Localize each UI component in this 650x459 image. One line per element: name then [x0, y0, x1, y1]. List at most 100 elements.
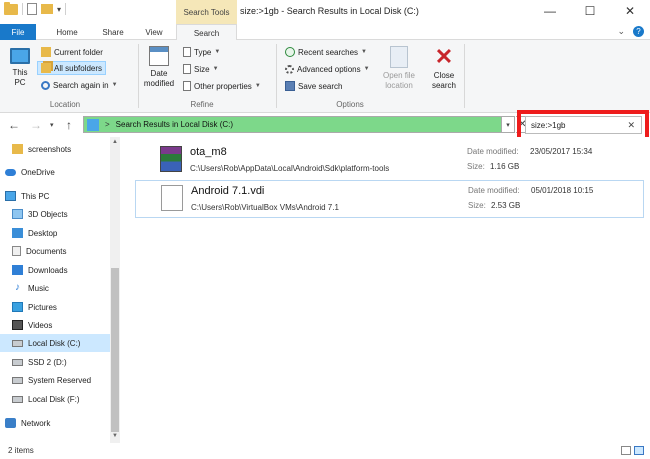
blank-file-icon [161, 185, 183, 211]
other-properties-button[interactable]: Other properties ▼ [180, 79, 264, 93]
forward-arrow-icon[interactable]: → [30, 118, 42, 132]
navigation-pane: screenshots OneDrive This PC 3D Objects … [0, 137, 122, 443]
sidebar-item-videos[interactable]: Videos [12, 316, 122, 334]
search-tools-context-label: Search Tools [176, 0, 237, 24]
tab-view[interactable]: View [138, 24, 170, 40]
close-search-label: Close search [431, 71, 456, 90]
sidebar-item-pictures[interactable]: Pictures [12, 298, 122, 316]
close-icon: ✕ [434, 44, 454, 69]
sidebar-item-system-reserved[interactable]: System Reserved [12, 371, 110, 389]
sidebar-item-3d-objects[interactable]: 3D Objects [12, 205, 122, 223]
search-again-in-label: Search again in [53, 80, 109, 90]
chevron-down-icon: ▼ [254, 83, 261, 89]
chevron-down-icon: ▼ [361, 49, 367, 55]
sidebar-item-desktop[interactable]: Desktop [12, 224, 122, 242]
date-modified-label: Date modified: [468, 186, 520, 195]
date-modified-label: Date modified [143, 69, 175, 88]
date-modified-button[interactable]: Date modified [142, 46, 176, 89]
large-icons-view-icon[interactable] [634, 446, 644, 455]
close-search-button[interactable]: ✕ Close search [428, 46, 460, 91]
properties-icon [183, 81, 191, 91]
toolbar-divider [65, 3, 67, 15]
properties-icon[interactable] [27, 3, 37, 15]
list-item[interactable]: Android 7.1.vdi C:\Users\Rob\VirtualBox … [135, 180, 644, 218]
sidebar-item-label: Local Disk (F:) [28, 394, 80, 404]
sidebar-item-music[interactable]: ♪ Music [12, 279, 122, 297]
scroll-up-icon[interactable]: ▲ [110, 139, 120, 145]
search-again-in-button[interactable]: Search again in ▼ [38, 78, 121, 92]
music-icon: ♪ [15, 282, 20, 293]
minimize-button[interactable]: — [530, 0, 570, 22]
network-icon [5, 418, 16, 428]
drive-icon [12, 358, 23, 366]
sidebar-item-downloads[interactable]: Downloads [12, 261, 122, 279]
tab-file[interactable]: File [0, 24, 36, 40]
sidebar-item-ssd-2-d[interactable]: SSD 2 (D:) [12, 353, 122, 371]
pc-icon [10, 48, 30, 64]
type-button[interactable]: Type ▼ [180, 45, 223, 59]
sidebar-item-onedrive[interactable]: OneDrive [5, 163, 115, 181]
sidebar-item-local-disk-c[interactable]: Local Disk (C:) [0, 334, 110, 352]
back-arrow-icon[interactable]: ← [8, 118, 20, 132]
address-bar[interactable]: > Search Results in Local Disk (C:) [83, 116, 502, 133]
view-switcher [621, 446, 644, 455]
current-folder-button[interactable]: Current folder [38, 45, 106, 59]
open-file-location-button[interactable]: Open file location [378, 46, 420, 91]
all-subfolders-button[interactable]: All subfolders [37, 61, 107, 75]
open-file-location-icon [390, 46, 408, 68]
sidebar-item-network[interactable]: Network [5, 414, 115, 432]
3d-objects-icon [12, 209, 23, 219]
window-title: size:>1gb - Search Results in Local Disk… [240, 6, 419, 16]
maximize-button[interactable]: ☐ [570, 0, 610, 22]
date-modified-label: Date modified: [467, 147, 519, 156]
open-file-location-label: Open file location [382, 71, 416, 90]
file-path: C:\Users\Rob\VirtualBox VMs\Android 7.1 [191, 203, 339, 212]
sidebar-item-documents[interactable]: Documents [12, 242, 122, 260]
sidebar-item-label: SSD 2 (D:) [28, 357, 67, 367]
group-divider [276, 44, 277, 108]
tab-share[interactable]: Share [93, 24, 133, 40]
sidebar-item-label: System Reserved [28, 375, 92, 385]
details-view-icon[interactable] [621, 446, 631, 455]
collapse-ribbon-icon[interactable]: ⌄ [617, 26, 625, 37]
help-icon[interactable]: ? [633, 26, 644, 37]
group-divider [464, 44, 465, 108]
customize-toolbar-icon[interactable]: ▾ [57, 5, 61, 14]
sidebar-item-screenshots[interactable]: screenshots [12, 140, 122, 158]
breadcrumb-separator: > [105, 120, 110, 129]
sidebar-scroll-thumb[interactable] [111, 268, 119, 432]
list-item[interactable]: ota_m8 C:\Users\Rob\AppData\Local\Androi… [135, 142, 644, 180]
sidebar-item-this-pc[interactable]: This PC [5, 187, 115, 205]
size-value: 1.16 GB [490, 162, 520, 171]
search-results-icon [87, 118, 99, 131]
advanced-options-button[interactable]: Advanced options ▼ [282, 62, 373, 76]
ribbon: This PC Current folder All subfolders Se… [0, 40, 650, 113]
recent-searches-button[interactable]: Recent searches ▼ [282, 45, 370, 59]
winrar-archive-icon [160, 146, 182, 172]
chevron-down-icon: ▼ [111, 82, 118, 88]
save-icon [285, 81, 295, 91]
ribbon-controls: ⌄ ? [617, 26, 644, 37]
documents-icon [12, 246, 21, 256]
close-button[interactable]: ✕ [610, 0, 650, 22]
recent-locations-icon[interactable]: ▾ [50, 121, 54, 129]
type-label: Type [194, 47, 212, 57]
size-button[interactable]: Size ▼ [180, 62, 222, 76]
subfolders-icon [41, 63, 51, 73]
gear-icon [285, 64, 294, 74]
cloud-icon [5, 168, 16, 176]
save-search-button[interactable]: Save search [282, 79, 345, 93]
up-arrow-icon[interactable]: ↑ [66, 118, 72, 132]
sidebar-item-label: Pictures [28, 302, 57, 312]
this-pc-button[interactable]: This PC [6, 44, 34, 88]
sidebar-item-label: Documents [26, 246, 67, 256]
drive-icon [12, 395, 23, 403]
tab-home[interactable]: Home [47, 24, 87, 40]
tab-search[interactable]: Search [176, 24, 237, 41]
scroll-down-icon[interactable]: ▼ [110, 433, 120, 439]
new-folder-icon[interactable] [41, 4, 53, 14]
sidebar-item-local-disk-f[interactable]: Local Disk (F:) [12, 390, 122, 408]
size-label: Size: [467, 162, 485, 171]
options-group-label: Options [336, 100, 364, 109]
address-dropdown-button[interactable]: ▾ [502, 116, 515, 133]
